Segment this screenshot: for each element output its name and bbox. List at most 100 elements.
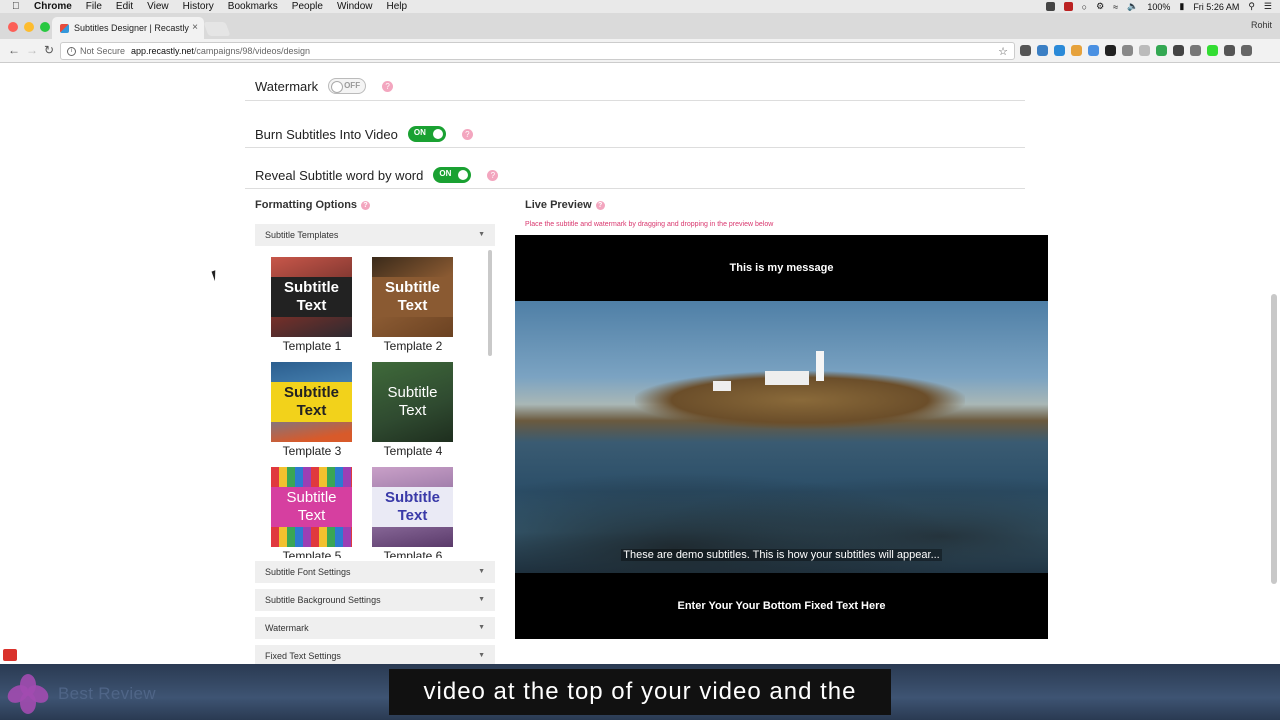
menu-window[interactable]: Window [337,1,373,12]
forward-icon[interactable]: → [26,43,38,57]
volume-icon[interactable]: 🔈 [1127,1,1138,12]
menu-edit[interactable]: Edit [116,1,133,12]
live-preview-title: Live Preview [525,199,592,211]
extension-icon[interactable] [1122,45,1133,56]
app-badge-icon[interactable] [3,649,17,661]
accordion-watermark[interactable]: Watermark ▼ [255,617,495,639]
watermark-toggle[interactable]: OFF [328,78,367,94]
template-3[interactable]: Subtitle Text Template 3 [271,362,353,458]
live-preview[interactable]: This is my message These are demo subtit… [515,235,1048,639]
address-bar[interactable]: i Not Secure app.recastly.net /campaigns… [60,42,1015,60]
close-tab-icon[interactable]: × [192,22,198,33]
status-circle-icon[interactable]: ○ [1082,2,1087,12]
info-icon[interactable]: i [67,46,76,56]
template-name: Template 3 [282,444,342,458]
menubar-clock[interactable]: Fri 5:26 AM [1193,2,1239,12]
template-thumbnail: Subtitle Text [271,467,352,547]
accordion-label: Subtitle Templates [265,230,339,240]
toggle-state: ON [439,169,452,178]
menu-icon[interactable] [1241,45,1252,56]
template-sample-text: Subtitle Text [271,487,352,527]
new-tab-button[interactable] [203,22,231,36]
extension-icon[interactable] [1207,45,1218,56]
menu-app-name[interactable]: Chrome [34,1,72,12]
template-6[interactable]: Subtitle Text Template 6 [372,467,454,558]
bookmark-star-icon[interactable]: ☆ [998,45,1008,58]
menu-view[interactable]: View [147,1,169,12]
extension-icon[interactable] [1190,45,1201,56]
help-icon[interactable]: ? [382,80,394,92]
notification-icon[interactable]: ☰ [1264,1,1272,12]
caret-down-icon: ▼ [478,596,485,603]
extension-icon[interactable] [1071,45,1082,56]
templates-scrollbar[interactable] [488,250,492,356]
extension-icon[interactable] [1088,45,1099,56]
formatting-options-title: Formatting Options [255,199,358,211]
status-app-icon[interactable] [1045,2,1055,11]
preview-subtitle[interactable]: These are demo subtitles. This is how yo… [515,549,1048,561]
close-window-button[interactable] [8,22,18,32]
preview-top-text[interactable]: This is my message [515,235,1048,301]
template-thumbnail: Subtitle Text [372,467,453,547]
extension-icon[interactable] [1054,45,1065,56]
flower-logo-icon [4,674,52,714]
template-sample-text: Subtitle Text [372,277,453,317]
template-4[interactable]: Subtitle Text Template 4 [372,362,454,458]
burn-subtitles-toggle[interactable]: ON [407,126,446,142]
brand-logo: Best Review [4,674,156,714]
accordion-background-settings[interactable]: Subtitle Background Settings ▼ [255,589,495,611]
back-icon[interactable]: ← [8,43,20,57]
template-1[interactable]: Subtitle Text Template 1 [271,257,353,353]
macos-menu-bar:  Chrome File Edit View History Bookmark… [0,0,1280,13]
extension-icon[interactable] [1037,45,1048,56]
security-label: Not Secure [80,46,126,56]
template-thumbnail: Subtitle Text [271,257,352,337]
status-settings-icon[interactable]: ⚙ [1096,1,1104,12]
preview-bottom-text[interactable]: Enter Your Your Bottom Fixed Text Here [515,573,1048,639]
help-icon[interactable]: ? [595,200,605,210]
status-app-icon[interactable] [1063,2,1073,11]
reveal-word-toggle[interactable]: ON [433,167,472,183]
lighthouse [816,351,824,381]
accordion-label: Fixed Text Settings [265,651,341,661]
page-scrollbar[interactable] [1271,294,1277,584]
minimize-window-button[interactable] [24,22,34,32]
accordion-subtitle-templates[interactable]: Subtitle Templates ▼ [255,224,495,246]
url-path: /campaigns/98/videos/design [193,46,310,56]
help-icon[interactable]: ? [361,200,371,210]
url-host: app.recastly.net [131,46,194,56]
extension-icon[interactable] [1224,45,1235,56]
spotlight-icon[interactable]: ⚲ [1248,1,1255,12]
reload-icon[interactable]: ↻ [44,43,54,57]
burn-subtitles-setting: Burn Subtitles Into Video ON ? [255,126,473,142]
browser-tab[interactable]: Subtitles Designer | Recastly × [52,17,204,39]
caret-down-icon: ▼ [478,568,485,575]
accordion-fixed-text-settings[interactable]: Fixed Text Settings ▼ [255,645,495,664]
wifi-icon[interactable]: ≈ [1113,2,1118,12]
menu-bookmarks[interactable]: Bookmarks [228,1,278,12]
battery-icon[interactable]: ▮ [1179,1,1184,12]
extension-icon[interactable] [1173,45,1184,56]
accordion-font-settings[interactable]: Subtitle Font Settings ▼ [255,561,495,583]
menu-help[interactable]: Help [387,1,408,12]
extension-icons [1020,45,1252,56]
extension-icon[interactable] [1105,45,1116,56]
recastly-favicon-icon [60,23,69,33]
battery-percent[interactable]: 100% [1147,2,1170,12]
help-icon[interactable]: ? [461,128,473,140]
tab-title: Subtitles Designer | Recastly [74,23,189,33]
menu-history[interactable]: History [183,1,214,12]
window-controls [8,22,50,32]
apple-icon[interactable]:  [12,1,26,12]
maximize-window-button[interactable] [40,22,50,32]
extension-icon[interactable] [1020,45,1031,56]
video-caption-overlay: Best Review video at the top of your vid… [0,664,1280,720]
extension-icon[interactable] [1156,45,1167,56]
template-2[interactable]: Subtitle Text Template 2 [372,257,454,353]
menu-people[interactable]: People [292,1,323,12]
profile-name[interactable]: Rohit [1251,20,1272,30]
menu-file[interactable]: File [86,1,102,12]
extension-icon[interactable] [1139,45,1150,56]
template-5[interactable]: Subtitle Text Template 5 [271,467,353,558]
help-icon[interactable]: ? [487,169,499,181]
